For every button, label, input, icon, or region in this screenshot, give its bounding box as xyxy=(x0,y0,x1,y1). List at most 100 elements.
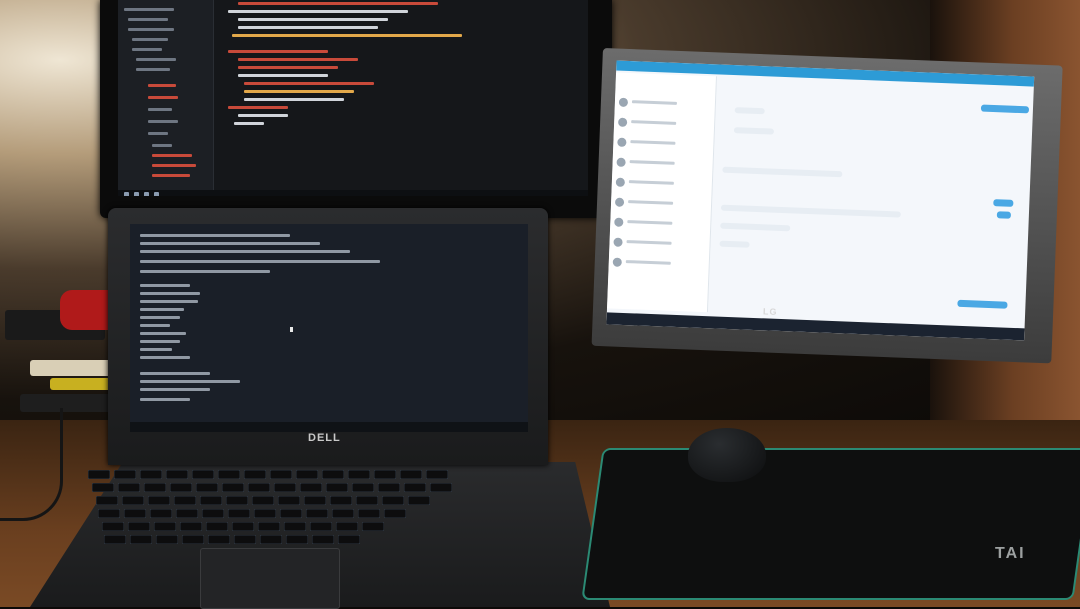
code-area xyxy=(218,0,588,190)
keyboard-key[interactable] xyxy=(102,522,124,531)
keyboard-key[interactable] xyxy=(270,470,292,479)
list-item[interactable] xyxy=(617,117,710,135)
keyboard-key[interactable] xyxy=(180,522,202,531)
keyboard-key[interactable] xyxy=(232,522,254,531)
keyboard-key[interactable] xyxy=(408,496,430,505)
dell-laptop: DELL xyxy=(108,208,548,465)
list-item[interactable] xyxy=(615,177,708,195)
mouse-icon[interactable] xyxy=(688,428,766,482)
touchpad[interactable] xyxy=(200,548,340,609)
keyboard-key[interactable] xyxy=(208,535,230,544)
keyboard-key[interactable] xyxy=(378,483,400,492)
keyboard-key[interactable] xyxy=(218,470,240,479)
keyboard-key[interactable] xyxy=(356,496,378,505)
keyboard-key[interactable] xyxy=(332,509,354,518)
keyboard-key[interactable] xyxy=(374,470,396,479)
keyboard-key[interactable] xyxy=(226,496,248,505)
keyboard-key[interactable] xyxy=(258,522,280,531)
keyboard-key[interactable] xyxy=(144,483,166,492)
keyboard-key[interactable] xyxy=(426,470,448,479)
keyboard-key[interactable] xyxy=(150,509,172,518)
keyboard-key[interactable] xyxy=(310,522,332,531)
keyboard-key[interactable] xyxy=(322,470,344,479)
list-item[interactable] xyxy=(614,197,707,215)
mousepad-brand: TAI xyxy=(995,545,1026,562)
keyboard-key[interactable] xyxy=(286,535,308,544)
keyboard-key[interactable] xyxy=(358,509,380,518)
keyboard-key[interactable] xyxy=(222,483,244,492)
mouse-pointer xyxy=(290,327,293,332)
keyboard-key[interactable] xyxy=(154,522,176,531)
keyboard-key[interactable] xyxy=(140,470,162,479)
keyboard-key[interactable] xyxy=(118,483,140,492)
keyboard-key[interactable] xyxy=(96,496,118,505)
keyboard-key[interactable] xyxy=(88,470,110,479)
list-item[interactable] xyxy=(618,97,711,115)
usb-cable xyxy=(0,408,63,521)
keyboard xyxy=(78,470,558,552)
keyboard-key[interactable] xyxy=(348,470,370,479)
keyboard-key[interactable] xyxy=(156,535,178,544)
keyboard-key[interactable] xyxy=(252,496,274,505)
keyboard-key[interactable] xyxy=(176,509,198,518)
keyboard-key[interactable] xyxy=(128,522,150,531)
keyboard-key[interactable] xyxy=(284,522,306,531)
keyboard-key[interactable] xyxy=(382,496,404,505)
keyboard-key[interactable] xyxy=(336,522,358,531)
keyboard-key[interactable] xyxy=(430,483,452,492)
keyboard-key[interactable] xyxy=(278,496,300,505)
keyboard-key[interactable] xyxy=(384,509,406,518)
keyboard-key[interactable] xyxy=(200,496,222,505)
keyboard-key[interactable] xyxy=(304,496,326,505)
keyboard-key[interactable] xyxy=(170,483,192,492)
keyboard-key[interactable] xyxy=(244,470,266,479)
list-item[interactable] xyxy=(612,257,704,275)
keyboard-key[interactable] xyxy=(300,483,322,492)
keyboard-key[interactable] xyxy=(182,535,204,544)
contact-list xyxy=(607,72,717,313)
keyboard-key[interactable] xyxy=(352,483,374,492)
keyboard-key[interactable] xyxy=(192,470,214,479)
keyboard-key[interactable] xyxy=(196,483,218,492)
keyboard-key[interactable] xyxy=(174,496,196,505)
keyboard-key[interactable] xyxy=(104,535,126,544)
keyboard-key[interactable] xyxy=(248,483,270,492)
keyboard-key[interactable] xyxy=(296,470,318,479)
keyboard-key[interactable] xyxy=(148,496,170,505)
code-editor-screen xyxy=(118,0,588,196)
keyboard-key[interactable] xyxy=(260,535,282,544)
keyboard-key[interactable] xyxy=(98,509,120,518)
keyboard-key[interactable] xyxy=(280,509,302,518)
keyboard-key[interactable] xyxy=(202,509,224,518)
keyboard-key[interactable] xyxy=(122,496,144,505)
taskbar xyxy=(130,422,528,432)
keyboard-key[interactable] xyxy=(228,509,250,518)
conversation-pane xyxy=(707,76,1034,324)
keyboard-key[interactable] xyxy=(330,496,352,505)
keyboard-key[interactable] xyxy=(254,509,276,518)
keyboard-key[interactable] xyxy=(274,483,296,492)
keyboard-key[interactable] xyxy=(114,470,136,479)
keyboard-key[interactable] xyxy=(400,470,422,479)
keyboard-key[interactable] xyxy=(338,535,360,544)
keyboard-key[interactable] xyxy=(326,483,348,492)
keyboard-key[interactable] xyxy=(206,522,228,531)
keyboard-key[interactable] xyxy=(166,470,188,479)
list-item[interactable] xyxy=(614,217,706,235)
keyboard-key[interactable] xyxy=(306,509,328,518)
file-tree-panel xyxy=(118,0,214,190)
chat-app-screen xyxy=(606,60,1035,341)
keyboard-key[interactable] xyxy=(234,535,256,544)
keyboard-key[interactable] xyxy=(312,535,334,544)
terminal-screen xyxy=(130,224,528,432)
list-item[interactable] xyxy=(613,237,705,255)
keyboard-key[interactable] xyxy=(404,483,426,492)
keyboard-key[interactable] xyxy=(92,483,114,492)
keyboard-key[interactable] xyxy=(130,535,152,544)
lg-logo: LG xyxy=(762,306,778,317)
list-item[interactable] xyxy=(617,137,709,155)
keyboard-key[interactable] xyxy=(362,522,384,531)
taskbar xyxy=(118,190,588,196)
keyboard-key[interactable] xyxy=(124,509,146,518)
list-item[interactable] xyxy=(616,157,708,175)
